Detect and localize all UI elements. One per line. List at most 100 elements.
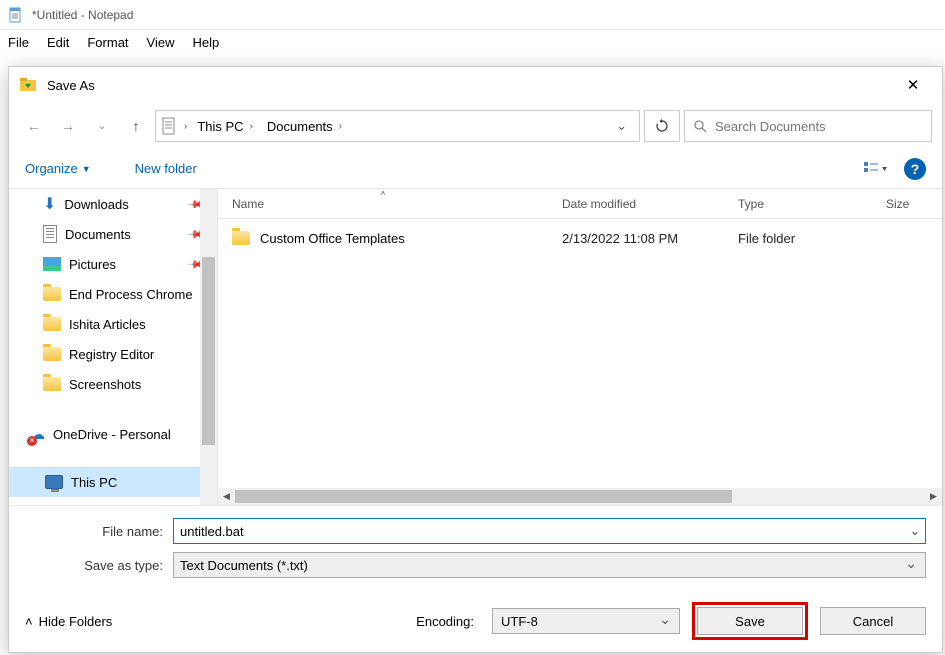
- pictures-icon: [43, 257, 61, 271]
- address-row: ← → ⌄ ↑ › This PC › Documents › ⌄: [9, 103, 942, 149]
- nav-item-documents[interactable]: Documents 📌: [9, 219, 217, 249]
- help-button[interactable]: ?: [904, 158, 926, 180]
- search-box[interactable]: [684, 110, 932, 142]
- nav-label: OneDrive - Personal: [53, 427, 171, 442]
- search-input[interactable]: [715, 119, 923, 134]
- save-highlight-box: Save: [692, 602, 808, 640]
- nav-label: Screenshots: [69, 377, 141, 392]
- document-icon: [43, 225, 57, 243]
- forward-button[interactable]: →: [53, 111, 83, 141]
- close-button[interactable]: ✕: [890, 69, 936, 101]
- chevron-down-icon: ▼: [82, 164, 91, 174]
- breadcrumb-label: Documents: [267, 119, 333, 134]
- filename-dropdown[interactable]: ⌄: [904, 518, 926, 544]
- folder-icon: [43, 347, 61, 361]
- chevron-right-icon: ›: [250, 121, 253, 132]
- nav-item-screenshots[interactable]: Screenshots: [9, 369, 217, 399]
- chevron-right-icon: ›: [339, 121, 342, 132]
- menu-help[interactable]: Help: [192, 35, 219, 50]
- navigation-panel: ⬇ Downloads 📌 Documents 📌 Pictures 📌 End: [9, 189, 217, 505]
- view-options-button[interactable]: [858, 156, 892, 182]
- scroll-thumb[interactable]: [235, 490, 732, 503]
- menu-view[interactable]: View: [147, 35, 175, 50]
- column-label: Name: [232, 197, 264, 211]
- filename-label: File name:: [25, 524, 173, 539]
- nav-label: This PC: [71, 475, 117, 490]
- this-pc-icon: [45, 475, 63, 489]
- column-type[interactable]: Type: [724, 189, 872, 218]
- file-list-panel: Name ˄ Date modified Type Size Custom Of…: [217, 189, 942, 505]
- refresh-button[interactable]: [644, 110, 680, 142]
- breadcrumb-label: This PC: [197, 119, 243, 134]
- encoding-select[interactable]: UTF-8: [492, 608, 680, 634]
- hide-folders-label: Hide Folders: [39, 614, 113, 629]
- nav-item-end-process[interactable]: End Process Chrome: [9, 279, 217, 309]
- cancel-button[interactable]: Cancel: [820, 607, 926, 635]
- onedrive-icon: ☁✕: [31, 426, 45, 443]
- breadcrumb-documents[interactable]: Documents ›: [263, 111, 346, 141]
- file-date: 2/13/2022 11:08 PM: [548, 231, 724, 246]
- nav-label: End Process Chrome: [69, 287, 193, 302]
- menu-edit[interactable]: Edit: [47, 35, 69, 50]
- nav-item-registry[interactable]: Registry Editor: [9, 339, 217, 369]
- menu-format[interactable]: Format: [87, 35, 128, 50]
- horizontal-scrollbar[interactable]: ◀ ▶: [218, 488, 942, 505]
- address-dropdown[interactable]: ⌄: [608, 118, 635, 134]
- filetype-select[interactable]: Text Documents (*.txt): [173, 552, 926, 578]
- scroll-thumb[interactable]: [202, 257, 215, 445]
- encoding-value: UTF-8: [501, 614, 538, 629]
- nav-item-pictures[interactable]: Pictures 📌: [9, 249, 217, 279]
- save-button[interactable]: Save: [697, 607, 803, 635]
- nav-label: Registry Editor: [69, 347, 154, 362]
- filetype-value: Text Documents (*.txt): [180, 558, 308, 573]
- search-icon: [693, 119, 707, 133]
- breadcrumb-this-pc[interactable]: This PC ›: [193, 111, 257, 141]
- scroll-left-icon[interactable]: ◀: [218, 488, 235, 505]
- column-name[interactable]: Name ˄: [218, 189, 548, 218]
- dialog-title-bar: Save As ✕: [9, 67, 942, 103]
- view-icon: [863, 161, 887, 177]
- chevron-up-icon: ˄: [25, 614, 33, 629]
- nav-label: Pictures: [69, 257, 116, 272]
- refresh-icon: [655, 119, 669, 133]
- hide-folders-button[interactable]: ˄ Hide Folders: [25, 614, 112, 629]
- menu-file[interactable]: File: [8, 35, 29, 50]
- recent-locations-button[interactable]: ⌄: [87, 111, 117, 141]
- nav-item-this-pc[interactable]: This PC: [9, 467, 217, 497]
- nav-item-downloads[interactable]: ⬇ Downloads 📌: [9, 189, 217, 219]
- encoding-label: Encoding:: [416, 614, 474, 629]
- address-bar[interactable]: › This PC › Documents › ⌄: [155, 110, 640, 142]
- nav-label: Downloads: [64, 197, 128, 212]
- nav-scrollbar[interactable]: [200, 189, 217, 505]
- scroll-track[interactable]: [235, 488, 925, 505]
- column-headers: Name ˄ Date modified Type Size: [218, 189, 942, 219]
- folder-icon: [232, 231, 250, 245]
- column-date[interactable]: Date modified: [548, 189, 724, 218]
- error-badge-icon: ✕: [27, 436, 37, 446]
- organize-label: Organize: [25, 161, 78, 176]
- nav-label: Documents: [65, 227, 131, 242]
- file-row[interactable]: Custom Office Templates 2/13/2022 11:08 …: [218, 219, 942, 249]
- actions-row: ˄ Hide Folders Encoding: UTF-8 Save Canc…: [9, 588, 942, 652]
- file-type: File folder: [724, 231, 872, 246]
- column-size[interactable]: Size: [872, 189, 942, 218]
- nav-item-ishita[interactable]: Ishita Articles: [9, 309, 217, 339]
- notepad-title-bar: *Untitled - Notepad: [0, 0, 945, 30]
- folder-icon: [43, 287, 61, 301]
- scroll-right-icon[interactable]: ▶: [925, 488, 942, 505]
- back-button[interactable]: ←: [19, 111, 49, 141]
- folder-icon: [43, 317, 61, 331]
- file-rows: Custom Office Templates 2/13/2022 11:08 …: [218, 219, 942, 488]
- organize-menu[interactable]: Organize ▼: [25, 161, 91, 176]
- filename-input[interactable]: [173, 518, 926, 544]
- notepad-window-title: *Untitled - Notepad: [32, 8, 133, 22]
- main-content: ⬇ Downloads 📌 Documents 📌 Pictures 📌 End: [9, 189, 942, 505]
- folder-nav-icon: [19, 76, 37, 94]
- nav-item-onedrive[interactable]: ☁✕ OneDrive - Personal: [9, 419, 217, 449]
- folder-icon: [43, 377, 61, 391]
- sort-ascending-icon: ˄: [381, 189, 386, 198]
- up-button[interactable]: ↑: [121, 111, 151, 141]
- new-folder-button[interactable]: New folder: [135, 161, 197, 176]
- filetype-label: Save as type:: [25, 558, 173, 573]
- toolbar: Organize ▼ New folder ?: [9, 149, 942, 189]
